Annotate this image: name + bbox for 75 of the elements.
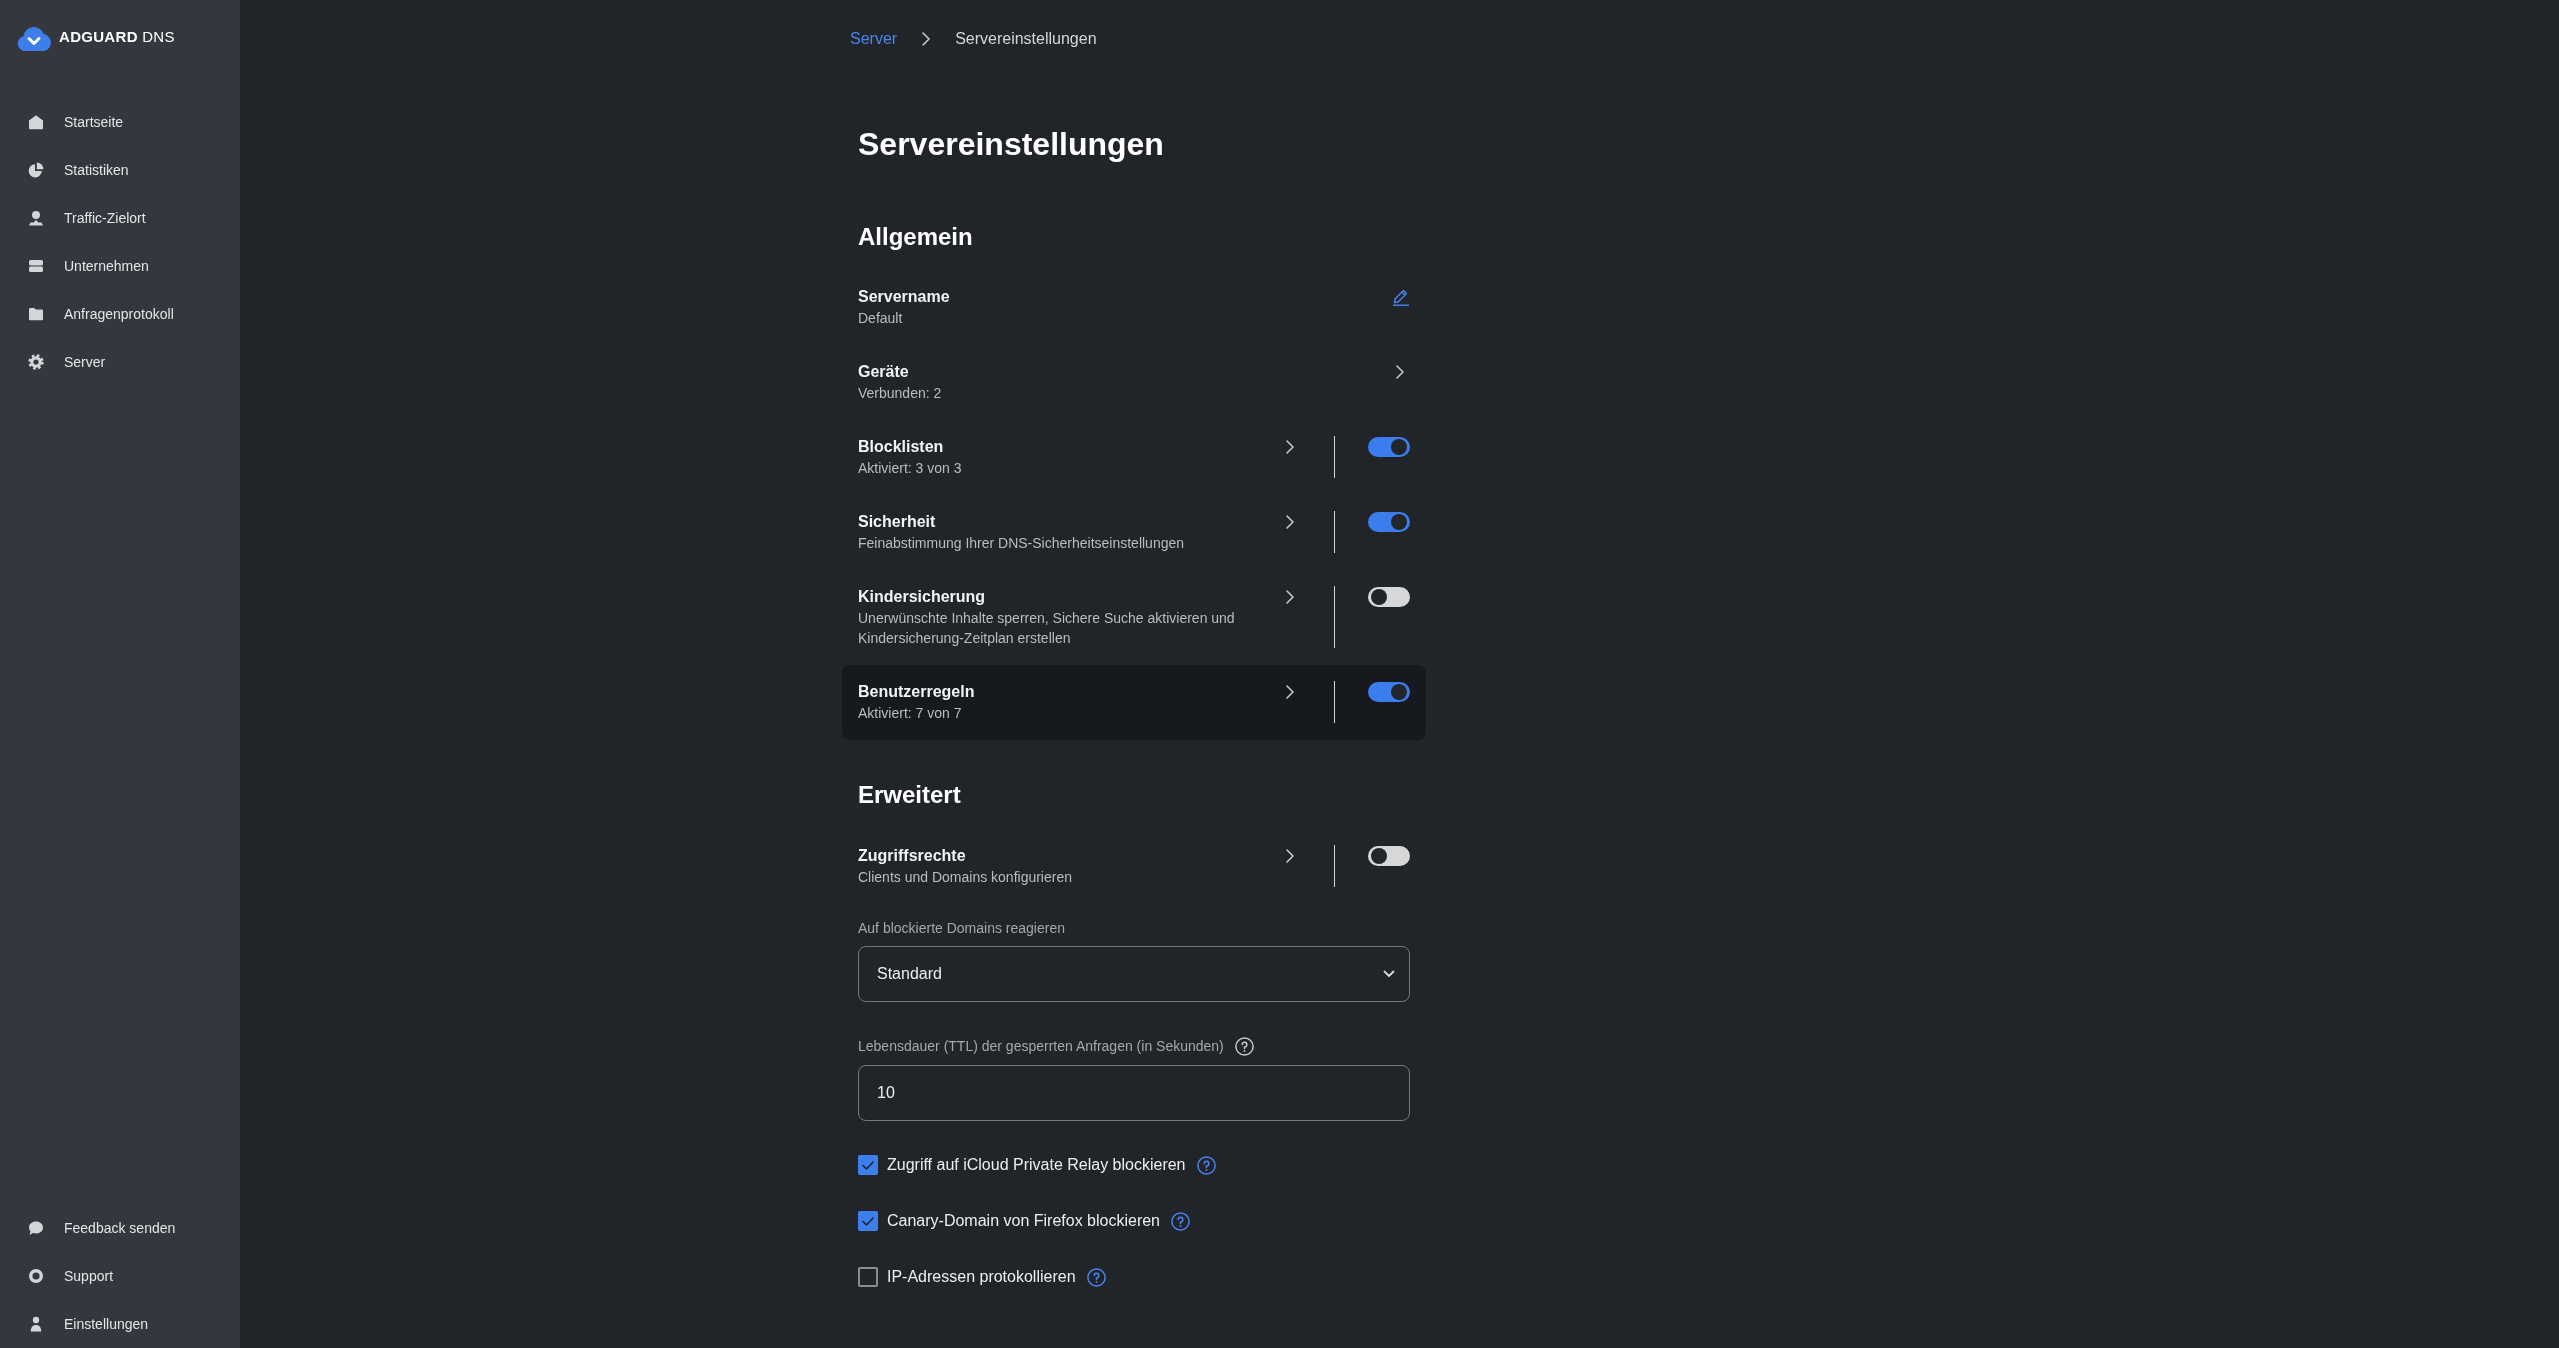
section-heading: Allgemein <box>858 222 973 252</box>
chevron-right-icon[interactable] <box>1286 440 1294 454</box>
checkbox-label: Canary-Domain von Firefox blockieren <box>887 1211 1160 1231</box>
toggle-switch[interactable] <box>1368 587 1410 607</box>
settings-icon <box>28 354 44 370</box>
row-title: Servername <box>858 287 950 307</box>
sidebar-item[interactable]: Server <box>0 338 240 386</box>
chevron-right-icon <box>922 32 931 46</box>
sidebar-item[interactable]: Traffic-Zielort <box>0 194 240 242</box>
settings-row[interactable]: Sicherheit Feinabstimmung Ihrer DNS-Sicherheitseinstellungen <box>842 495 1426 570</box>
sidebar-item[interactable]: Einstellungen <box>0 1300 240 1348</box>
person-pin-icon <box>28 210 44 226</box>
breadcrumb-link[interactable]: Server <box>850 27 898 51</box>
row-subtitle: Unerwünschte Inhalte sperren, Sichere Suche aktivieren und Kindersicherung-Zeitplan erstellen <box>858 609 1236 648</box>
row-subtitle: Aktiviert: 3 von 3 <box>858 459 962 478</box>
row-subtitle: Default <box>858 309 903 328</box>
chevron-down-icon <box>1383 970 1395 978</box>
sidebar-item[interactable]: Support <box>0 1252 240 1300</box>
row-title: Blocklisten <box>858 437 944 457</box>
settings-row[interactable]: Geräte Verbunden: 2 <box>842 345 1426 420</box>
row-subtitle: Verbunden: 2 <box>858 384 942 403</box>
settings-row[interactable]: Benutzerregeln Aktiviert: 7 von 7 <box>842 665 1426 740</box>
pencil-icon[interactable] <box>1392 288 1410 306</box>
field-label: Auf blockierte Domains reagieren <box>858 919 1065 938</box>
help-icon[interactable] <box>1196 1155 1216 1175</box>
speech-bubble-icon <box>28 1220 44 1236</box>
folder-icon <box>28 306 44 322</box>
chevron-right-icon[interactable] <box>1286 515 1294 529</box>
sidebar-item[interactable]: Startseite <box>0 98 240 146</box>
row-title: Benutzerregeln <box>858 682 975 702</box>
settings-row[interactable]: Servername Default <box>842 270 1426 345</box>
field-label: Lebensdauer (TTL) der gesperrten Anfragen (in Sekunden) <box>858 1037 1224 1056</box>
row-title: Geräte <box>858 362 909 382</box>
help-icon[interactable] <box>1171 1211 1190 1231</box>
settings-row[interactable]: Blocklisten Aktiviert: 3 von 3 <box>842 420 1426 495</box>
pie-chart-icon <box>28 162 44 178</box>
chevron-right-icon[interactable] <box>1286 685 1294 699</box>
row-subtitle: Clients und Domains konfigurieren <box>858 868 1072 887</box>
sidebar-item[interactable]: Anfragenprotokoll <box>0 290 240 338</box>
toggle-switch[interactable] <box>1368 846 1410 866</box>
checkbox[interactable] <box>858 1211 878 1231</box>
stack-icon <box>28 258 44 274</box>
row-subtitle: Feinabstimmung Ihrer DNS-Sicherheitseinstellungen <box>858 534 1185 553</box>
check-icon <box>862 1160 874 1170</box>
settings-row[interactable]: Zugriffsrechte Clients und Domains konfigurieren <box>842 829 1426 904</box>
toggle-switch[interactable] <box>1368 512 1410 532</box>
person-icon <box>28 1316 44 1332</box>
check-icon <box>862 1216 874 1226</box>
help-icon[interactable] <box>1234 1036 1254 1056</box>
row-title: Sicherheit <box>858 512 936 532</box>
help-icon[interactable] <box>1086 1267 1106 1287</box>
sidebar-item[interactable]: Statistiken <box>0 146 240 194</box>
checkbox[interactable] <box>858 1155 878 1175</box>
toggle-switch[interactable] <box>1368 682 1410 702</box>
settings-row[interactable]: Kindersicherung Unerwünschte Inhalte sperren, Sichere Suche aktivieren und Kindersicherung-Zeitplan erstellen <box>842 570 1426 665</box>
logo-text: ADGUARD DNS <box>59 27 175 47</box>
row-title: Zugriffsrechte <box>858 846 966 866</box>
checkbox-label: Zugriff auf iCloud Private Relay blockieren <box>887 1155 1186 1175</box>
input-field[interactable]: 10 <box>858 1065 1410 1121</box>
section-heading: Erweitert <box>858 780 961 810</box>
checkbox[interactable] <box>858 1267 878 1287</box>
sidebar-item[interactable]: Unternehmen <box>0 242 240 290</box>
breadcrumb-current: Servereinstellungen <box>955 29 1097 49</box>
sidebar-item[interactable]: Feedback senden <box>0 1204 240 1252</box>
chevron-right-icon[interactable] <box>1396 365 1404 379</box>
toggle-switch[interactable] <box>1368 437 1410 457</box>
ring-icon <box>28 1268 44 1284</box>
dropdown[interactable]: Standard <box>858 946 1410 1002</box>
row-title: Kindersicherung <box>858 587 986 607</box>
chevron-right-icon[interactable] <box>1286 590 1294 604</box>
checkbox-label: IP-Adressen protokollieren <box>887 1267 1076 1287</box>
home-icon <box>28 114 44 130</box>
page-title: Servereinstellungen <box>858 125 1164 164</box>
row-subtitle: Aktiviert: 7 von 7 <box>858 704 962 723</box>
chevron-right-icon[interactable] <box>1286 849 1294 863</box>
